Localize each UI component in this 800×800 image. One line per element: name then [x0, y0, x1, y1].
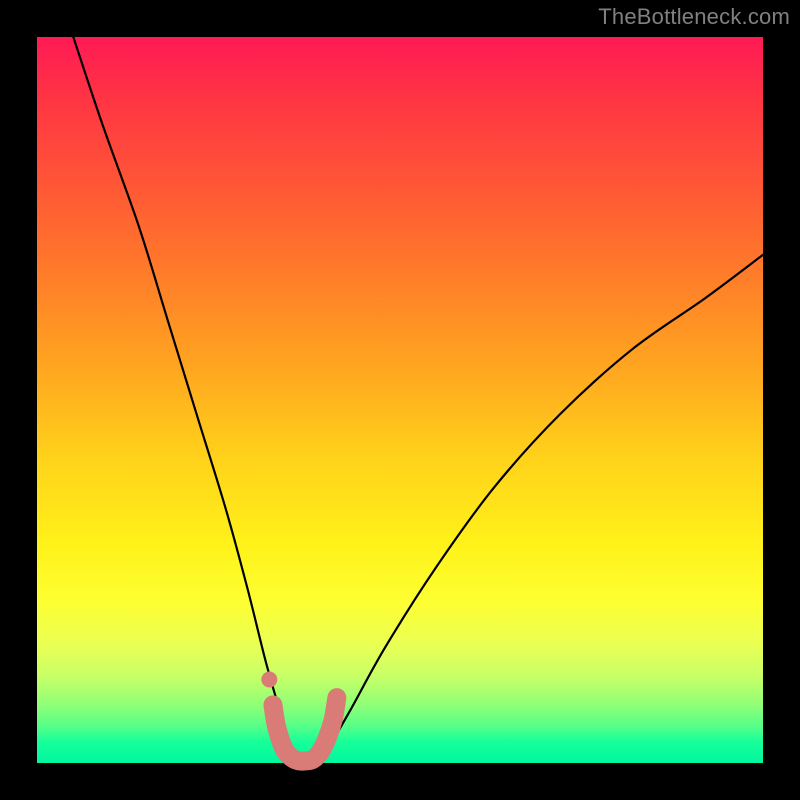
chart-svg: [0, 0, 800, 800]
watermark-label: TheBottleneck.com: [598, 4, 790, 30]
highlight-bottom-curve: [273, 698, 337, 761]
bottleneck-curve: [73, 37, 763, 762]
chart-frame: TheBottleneck.com: [0, 0, 800, 800]
highlight-dot: [261, 672, 277, 688]
chart-series-group: [73, 37, 763, 762]
